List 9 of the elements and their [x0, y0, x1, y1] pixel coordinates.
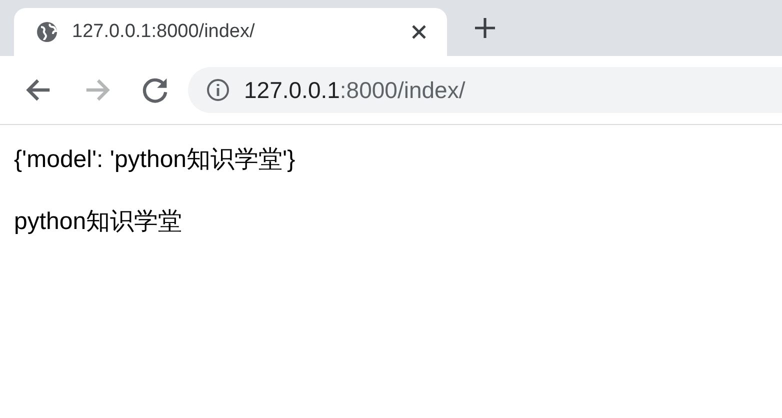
page-text: {'model': 'python知识学堂'}: [14, 145, 296, 175]
close-icon[interactable]: [411, 24, 427, 40]
globe-icon: [36, 21, 58, 43]
browser-tab[interactable]: 127.0.0.1:8000/index/: [14, 8, 447, 56]
tab-title: 127.0.0.1:8000/index/: [72, 21, 256, 43]
info-icon[interactable]: [206, 78, 230, 102]
url-text: 127.0.0.1:8000/index/: [244, 76, 466, 104]
page-text: python知识学堂: [14, 207, 184, 237]
address-bar[interactable]: 127.0.0.1:8000/index/: [188, 67, 782, 113]
